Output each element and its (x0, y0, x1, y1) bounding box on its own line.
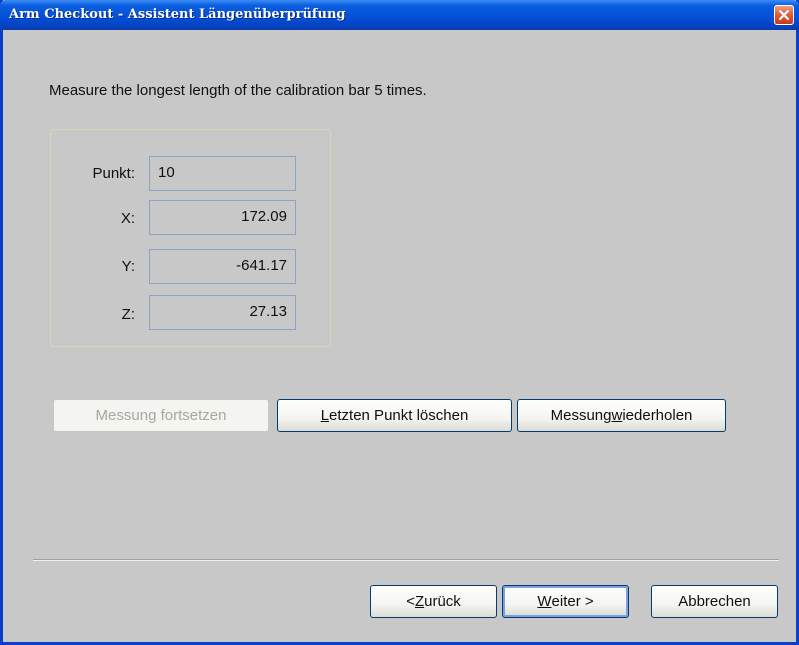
y-field: -641.17 (149, 249, 296, 284)
z-label: Z: (121, 306, 135, 323)
repeat-measurement-label-pre: Messung (550, 407, 612, 424)
close-button[interactable] (774, 5, 794, 25)
continue-measurement-label: Messung fortsetzen (95, 407, 227, 424)
window-title: Arm Checkout - Assistent Längenüberprüfu… (9, 7, 346, 22)
back-button[interactable]: < Zurück (370, 585, 497, 618)
punkt-field: 10 (149, 156, 296, 191)
instruction-text: Measure the longest length of the calibr… (49, 82, 427, 99)
next-mnemonic: W (537, 593, 552, 610)
back-mnemonic: Z (414, 593, 425, 610)
cancel-button[interactable]: Abbrechen (651, 585, 778, 618)
separator (33, 559, 779, 561)
delete-last-point-mnemonic: L (320, 407, 330, 424)
back-label-post: urück (424, 593, 461, 610)
punkt-label: Punkt: (92, 165, 135, 182)
cancel-label: Abbrechen (678, 593, 751, 610)
title-bar[interactable]: Arm Checkout - Assistent Längenüberprüfu… (0, 0, 799, 30)
close-icon (778, 9, 790, 21)
back-label-pre: < (406, 593, 415, 610)
x-label: X: (120, 210, 135, 227)
x-field: 172.09 (149, 200, 296, 235)
repeat-measurement-label-post: iederholen (622, 407, 693, 424)
y-label: Y: (121, 258, 135, 275)
wizard-dialog: Arm Checkout - Assistent Längenüberprüfu… (0, 0, 799, 645)
repeat-measurement-mnemonic: w (611, 407, 623, 424)
next-label-post: eiter > (551, 593, 594, 610)
delete-last-point-button[interactable]: Letzten Punkt löschen (277, 399, 512, 432)
dialog-content: Measure the longest length of the calibr… (3, 30, 796, 642)
continue-measurement-button[interactable]: Messung fortsetzen (53, 399, 269, 432)
next-button[interactable]: Weiter > (502, 585, 629, 618)
z-field: 27.13 (149, 295, 296, 330)
delete-last-point-label-post: etzten Punkt löschen (329, 407, 469, 424)
repeat-measurement-button[interactable]: Messung w iederholen (517, 399, 726, 432)
